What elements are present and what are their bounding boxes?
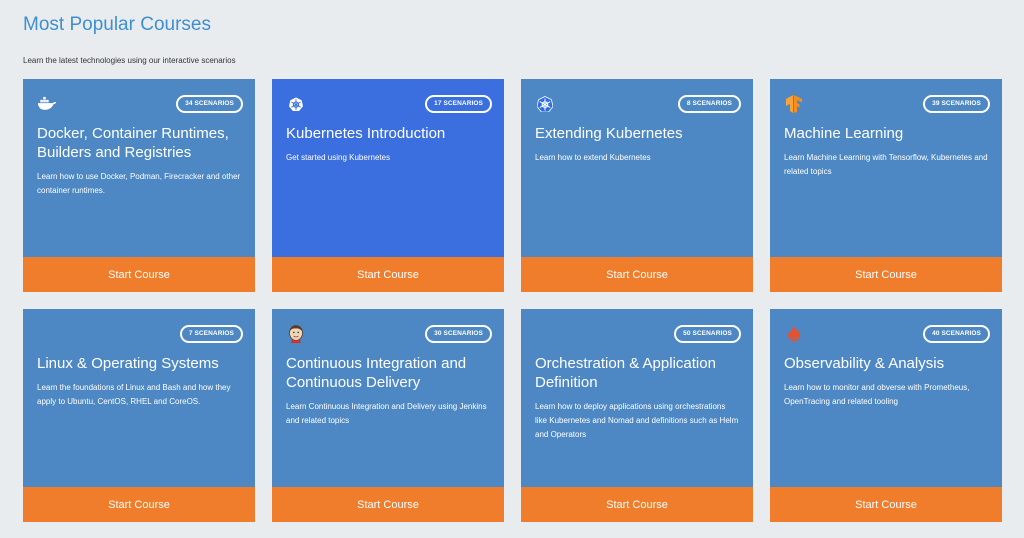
course-description: Learn how to monitor and obverse with Pr…	[784, 383, 970, 406]
start-course-button[interactable]: Start Course	[770, 257, 1002, 292]
scenario-count-badge: 17 SCENARIOS	[425, 95, 492, 113]
start-course-button[interactable]: Start Course	[521, 487, 753, 522]
course-title: Continuous Integration and Continuous De…	[286, 355, 467, 391]
course-description: Learn how to use Docker, Podman, Firecra…	[37, 172, 241, 195]
course-grid: 34 SCENARIOS Docker, Container Runtimes,…	[23, 79, 1002, 522]
course-card-extending-kubernetes[interactable]: 8 SCENARIOS Extending Kubernetes Learn h…	[521, 79, 753, 292]
scenario-count-badge: 50 SCENARIOS	[674, 325, 741, 343]
scenario-count-badge: 30 SCENARIOS	[425, 325, 492, 343]
start-course-button[interactable]: Start Course	[272, 257, 504, 292]
scenario-count-badge: 40 SCENARIOS	[923, 325, 990, 343]
card-body: 30 SCENARIOS Continuous Integration and …	[272, 309, 504, 487]
card-body: 40 SCENARIOS Observability & Analysis Le…	[770, 309, 1002, 487]
course-card-docker[interactable]: 34 SCENARIOS Docker, Container Runtimes,…	[23, 79, 255, 292]
page-title: Most Popular Courses	[23, 14, 211, 35]
tensorflow-icon	[784, 94, 804, 114]
prometheus-icon	[784, 324, 804, 344]
scenario-count-badge: 39 SCENARIOS	[923, 95, 990, 113]
docker-whale-icon	[37, 94, 57, 114]
card-body: 34 SCENARIOS Docker, Container Runtimes,…	[23, 79, 255, 257]
start-course-button[interactable]: Start Course	[23, 257, 255, 292]
course-card-ci-cd[interactable]: 30 SCENARIOS Continuous Integration and …	[272, 309, 504, 522]
course-card-kubernetes-introduction[interactable]: 17 SCENARIOS Kubernetes Introduction Get…	[272, 79, 504, 292]
card-body: 7 SCENARIOS Linux & Operating Systems Le…	[23, 309, 255, 487]
start-course-button[interactable]: Start Course	[770, 487, 1002, 522]
course-title: Linux & Operating Systems	[37, 355, 219, 372]
scenario-count-badge: 8 SCENARIOS	[677, 95, 741, 113]
scenario-count-badge: 34 SCENARIOS	[176, 95, 243, 113]
course-title: Machine Learning	[784, 125, 904, 142]
course-description: Learn how to deploy applications using o…	[535, 402, 739, 439]
course-description: Learn Continuous Integration and Deliver…	[286, 402, 487, 425]
course-title: Docker, Container Runtimes, Builders and…	[37, 125, 229, 161]
course-title: Orchestration & Application Definition	[535, 355, 716, 391]
course-description: Learn how to extend Kubernetes	[535, 153, 651, 162]
course-title: Extending Kubernetes	[535, 125, 683, 142]
course-description: Learn the foundations of Linux and Bash …	[37, 383, 231, 406]
course-card-machine-learning[interactable]: 39 SCENARIOS Machine Learning Learn Mach…	[770, 79, 1002, 292]
course-card-orchestration[interactable]: 50 SCENARIOS Orchestration & Application…	[521, 309, 753, 522]
start-course-button[interactable]: Start Course	[521, 257, 753, 292]
course-card-linux[interactable]: 7 SCENARIOS Linux & Operating Systems Le…	[23, 309, 255, 522]
start-course-button[interactable]: Start Course	[272, 487, 504, 522]
course-description: Learn Machine Learning with Tensorflow, …	[784, 153, 988, 176]
course-title: Observability & Analysis	[784, 355, 945, 372]
kubernetes-helm-icon	[535, 94, 555, 114]
card-body: 8 SCENARIOS Extending Kubernetes Learn h…	[521, 79, 753, 257]
scenario-count-badge: 7 SCENARIOS	[179, 325, 243, 343]
jenkins-icon	[286, 324, 306, 344]
start-course-button[interactable]: Start Course	[23, 487, 255, 522]
card-body: 39 SCENARIOS Machine Learning Learn Mach…	[770, 79, 1002, 257]
page-subtitle: Learn the latest technologies using our …	[23, 56, 236, 65]
card-body: 50 SCENARIOS Orchestration & Application…	[521, 309, 753, 487]
card-body: 17 SCENARIOS Kubernetes Introduction Get…	[272, 79, 504, 257]
course-description: Get started using Kubernetes	[286, 153, 391, 162]
course-card-observability[interactable]: 40 SCENARIOS Observability & Analysis Le…	[770, 309, 1002, 522]
kubernetes-helm-icon	[286, 94, 306, 114]
course-title: Kubernetes Introduction	[286, 125, 446, 142]
